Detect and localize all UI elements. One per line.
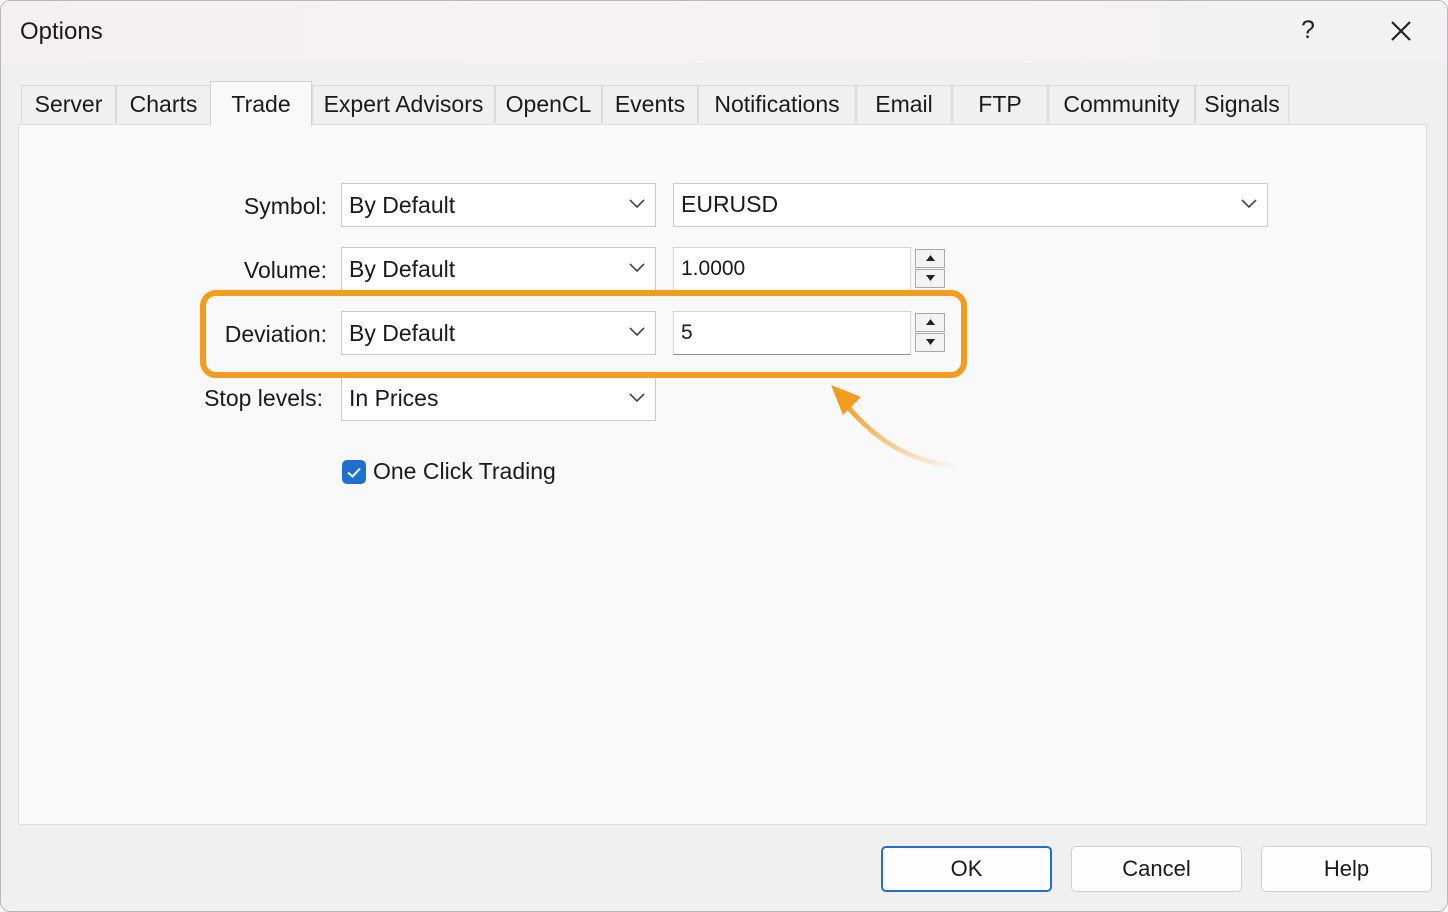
volume-down-button[interactable]: [915, 269, 945, 288]
chevron-down-icon: [1241, 199, 1257, 209]
title-bar: Options ?: [1, 1, 1447, 63]
symbol-label: Symbol:: [243, 193, 327, 219]
chevron-down-icon: [629, 393, 645, 403]
tab-ftp[interactable]: FTP: [952, 85, 1048, 123]
symbol-mode-value: By Default: [349, 192, 456, 218]
arrow-down-icon: [926, 339, 935, 345]
help-icon[interactable]: ?: [1301, 16, 1315, 45]
stop-levels-select[interactable]: In Prices: [341, 377, 656, 421]
deviation-value: 5: [681, 321, 693, 344]
deviation-up-button[interactable]: [915, 313, 945, 332]
volume-mode-value: By Default: [349, 256, 456, 282]
deviation-mode-value: By Default: [349, 320, 456, 346]
deviation-spinner: [915, 311, 945, 355]
deviation-label: Deviation:: [224, 321, 327, 347]
stop-levels-label: Stop levels:: [204, 385, 323, 411]
volume-input[interactable]: 1.0000: [673, 247, 911, 291]
tab-signals[interactable]: Signals: [1195, 85, 1289, 123]
arrow-up-icon: [926, 319, 935, 325]
dialog-title: Options: [20, 18, 103, 45]
symbol-mode-select[interactable]: By Default: [341, 183, 656, 227]
tab-expert-advisors[interactable]: Expert Advisors: [312, 85, 495, 123]
symbol-select[interactable]: EURUSD: [673, 183, 1268, 227]
options-dialog: Options ? Server Charts Trade Expert Adv…: [0, 0, 1448, 912]
tab-strip: Server Charts Trade Expert Advisors Open…: [21, 81, 1321, 126]
chevron-down-icon: [629, 327, 645, 337]
trade-panel: [18, 124, 1427, 825]
tab-charts[interactable]: Charts: [116, 85, 211, 123]
chevron-down-icon: [629, 263, 645, 273]
volume-up-button[interactable]: [915, 249, 945, 268]
deviation-input[interactable]: 5: [673, 311, 911, 355]
tab-notifications[interactable]: Notifications: [698, 85, 856, 123]
tab-community[interactable]: Community: [1048, 85, 1195, 123]
cancel-button[interactable]: Cancel: [1071, 846, 1242, 892]
chevron-down-icon: [629, 199, 645, 209]
help-button[interactable]: Help: [1261, 846, 1432, 892]
tab-email[interactable]: Email: [856, 85, 952, 123]
volume-label: Volume:: [243, 257, 327, 283]
arrow-up-icon: [926, 255, 935, 261]
volume-value: 1.0000: [681, 257, 746, 280]
one-click-trading-label: One Click Trading: [373, 458, 556, 484]
stop-levels-value: In Prices: [349, 385, 439, 411]
tab-events[interactable]: Events: [602, 85, 698, 123]
arrow-down-icon: [926, 275, 935, 281]
close-icon[interactable]: [1385, 15, 1417, 47]
volume-spinner: [915, 247, 945, 291]
volume-mode-select[interactable]: By Default: [341, 247, 656, 291]
one-click-trading-checkbox[interactable]: [342, 460, 366, 484]
tab-server[interactable]: Server: [21, 85, 116, 123]
checkmark-icon: [347, 467, 361, 478]
ok-button[interactable]: OK: [881, 846, 1052, 892]
deviation-mode-select[interactable]: By Default: [341, 311, 656, 355]
deviation-down-button[interactable]: [915, 333, 945, 352]
tab-trade[interactable]: Trade: [210, 81, 312, 126]
symbol-value: EURUSD: [681, 191, 779, 217]
tab-opencl[interactable]: OpenCL: [495, 85, 602, 123]
